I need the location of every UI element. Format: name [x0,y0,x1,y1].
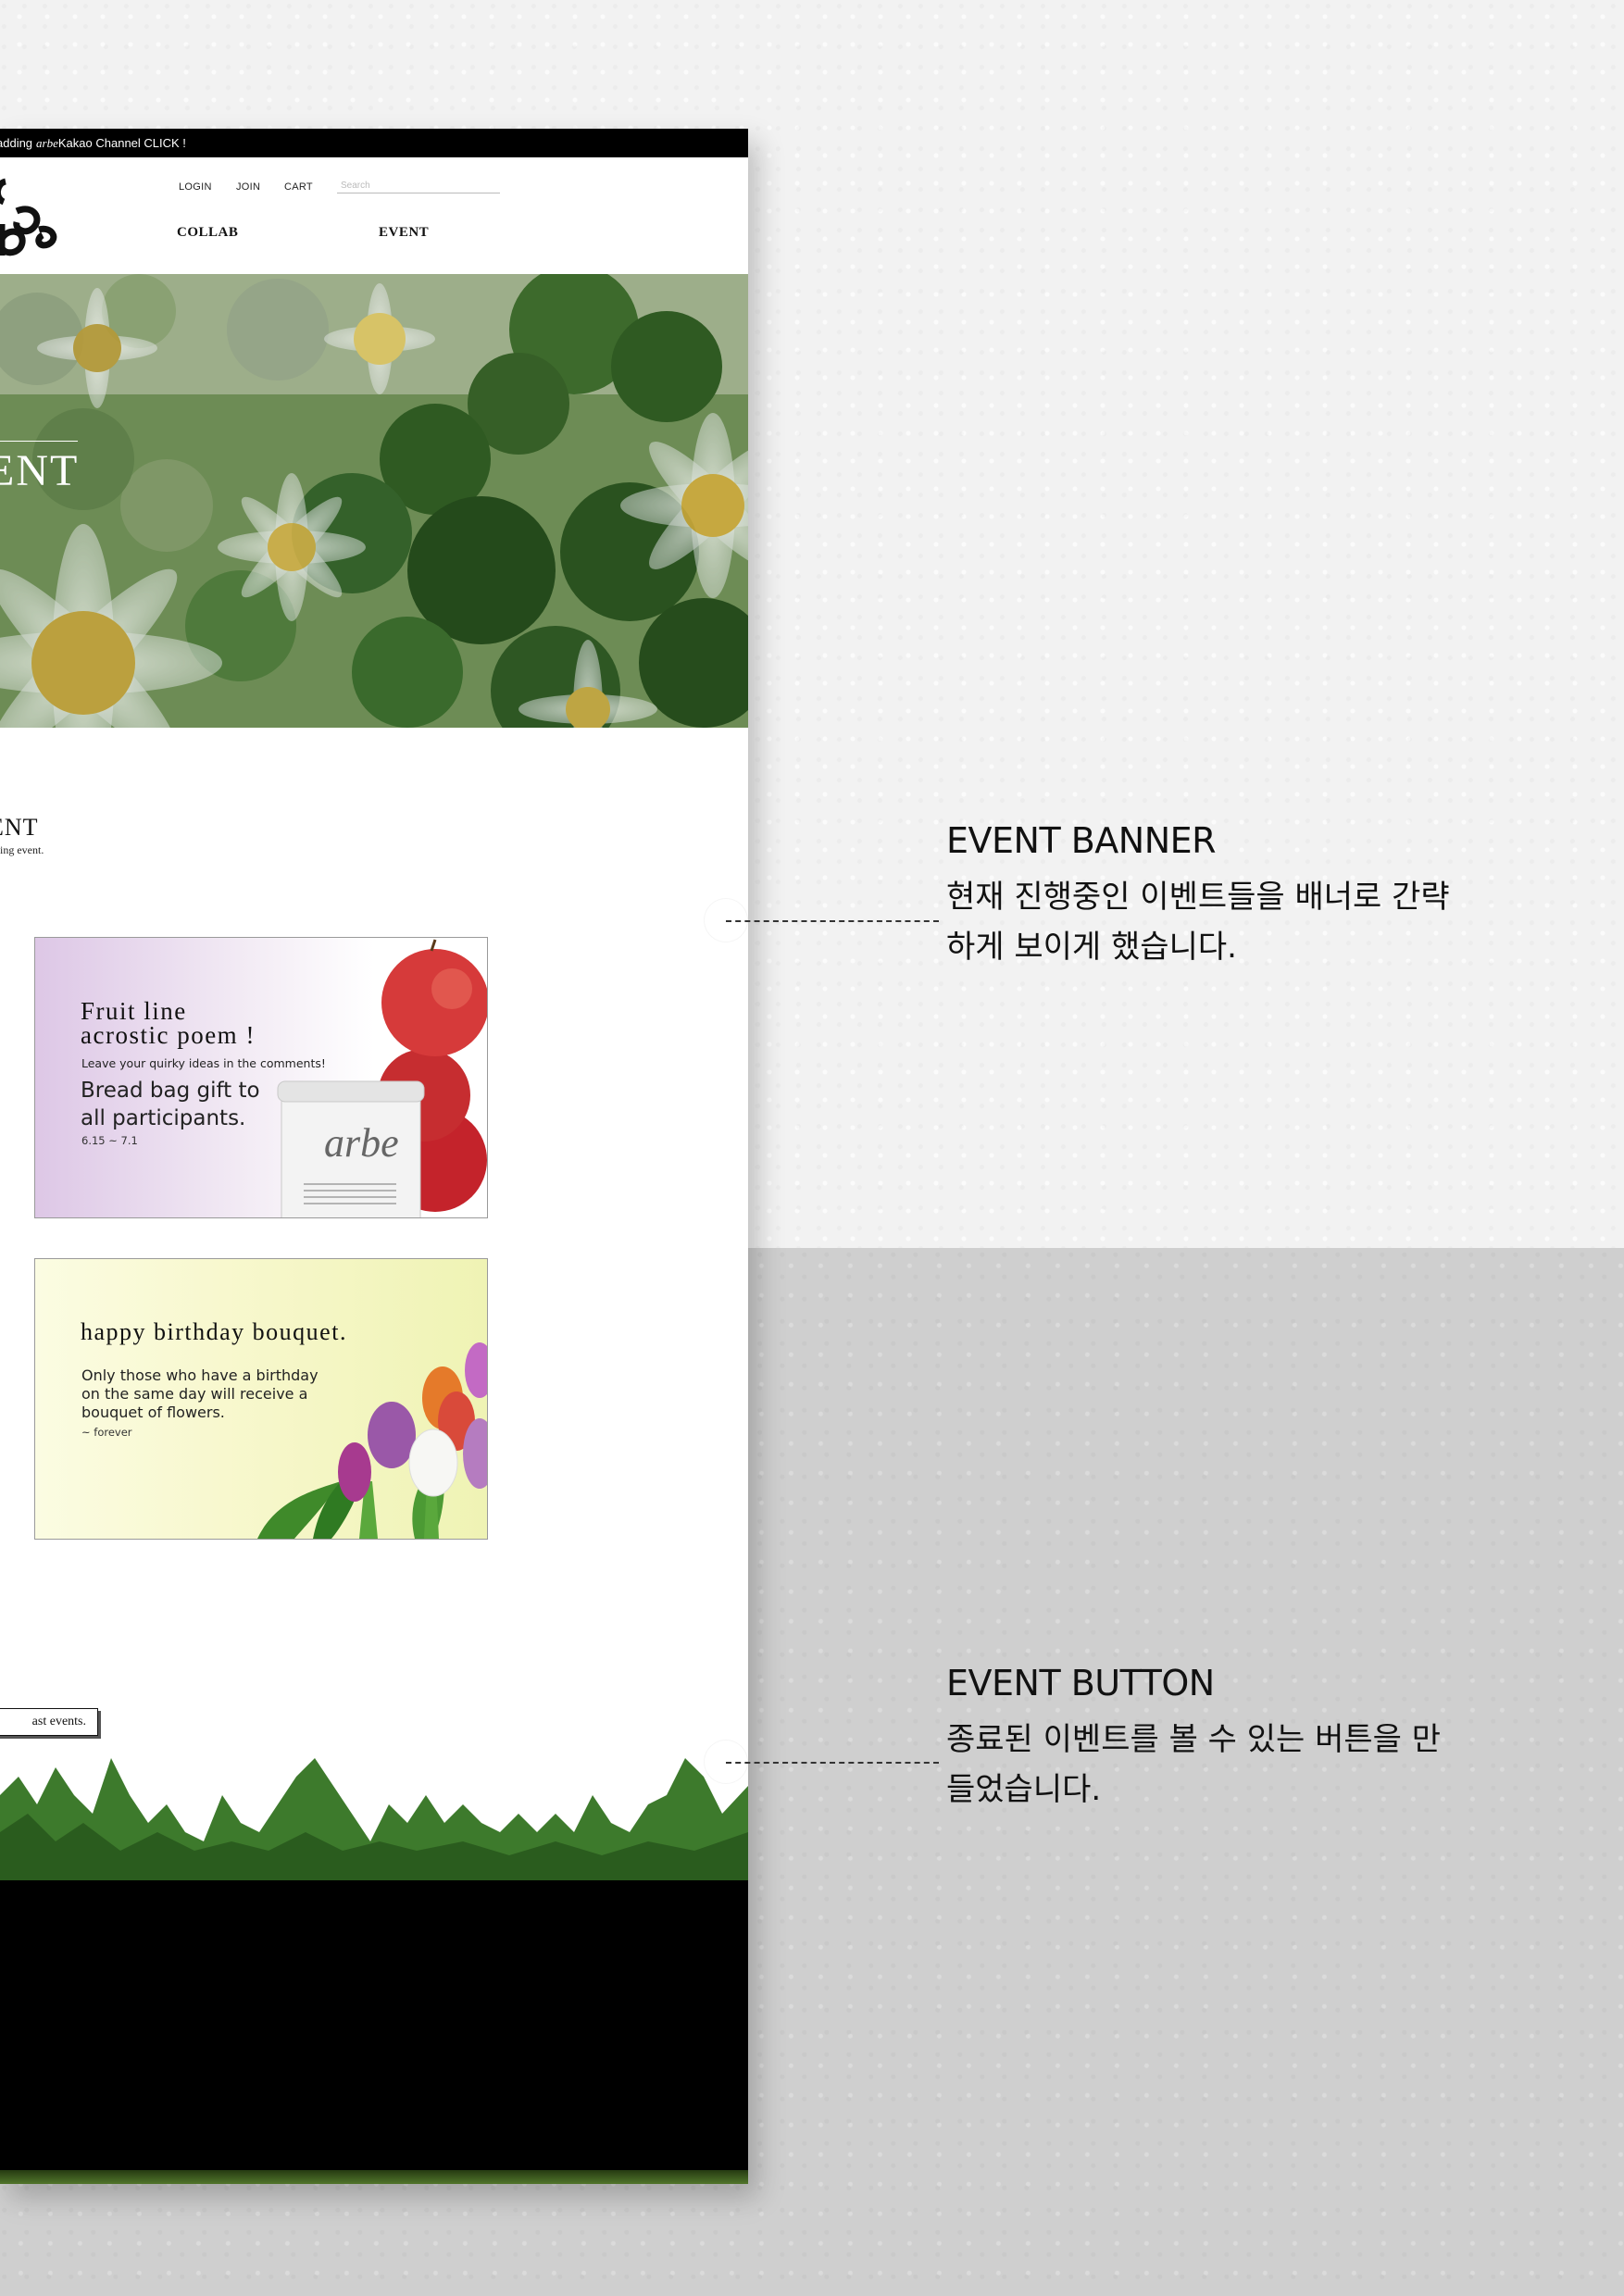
footer-grass-strip [0,2170,748,2184]
banner1-big-line1: Bread bag gift to [81,1079,260,1103]
forest-daisy-photo [0,274,748,728]
banner2-body-line2: on the same day will receive a [81,1385,308,1403]
login-link[interactable]: LOGIN [179,181,212,193]
nav-collab[interactable]: COLLAB [177,225,238,241]
annotation-title-event-banner: EVENT BANNER [946,820,1217,861]
website-mockup: addingarbeKakao Channel CLICK ! LOGIN JO… [0,129,748,2184]
annotation-desc-event-button: 종료된 이벤트를 볼 수 있는 버튼을 만 들었습니다. [946,1715,1539,1815]
cart-link[interactable]: CART [284,181,313,193]
banner2-date: ~ forever [81,1426,132,1439]
event-banner-birthday-bouquet[interactable]: happy birthday bouquet. Only those who h… [34,1258,488,1540]
banner1-big-line2: all participants. [81,1106,246,1130]
annotation-desc-event-banner: 현재 진행중인 이벤트들을 배너로 간략 하게 보이게 했습니다. [946,872,1539,972]
banner1-title-line1: Fruit line [81,997,187,1025]
join-link[interactable]: JOIN [236,181,260,193]
banner2-body-line3: bouquet of flowers. [81,1404,225,1421]
nav-event[interactable]: EVENT [379,225,429,241]
event-section-title: ENT [0,814,39,841]
annotation-desc-line: 현재 진행중인 이벤트들을 배너로 간략 [946,879,1450,916]
hero-title: ENT [0,446,80,495]
banner1-title-line2: acrostic poem ! [81,1021,256,1049]
banner2-body-line1: Only those who have a birthday [81,1366,319,1384]
annotation-desc-line: 종료된 이벤트를 볼 수 있는 버튼을 만 [946,1721,1442,1758]
callout-line-event-banner [726,920,939,922]
hero-title-line [0,441,78,442]
callout-line-event-button [726,1762,939,1764]
arbe-logo-icon[interactable] [0,174,57,257]
event-section-subtitle: oing event. [0,843,44,856]
annotation-desc-line: 들었습니다. [946,1771,1102,1808]
forest-silhouette [0,1758,748,1880]
event-banner-fruit-poem[interactable]: Fruit line acrostic poem ! Leave your qu… [34,937,488,1218]
banner1-small-text: Leave your quirky ideas in the comments! [81,1056,326,1070]
annotation-title-event-button: EVENT BUTTON [946,1663,1215,1703]
bag-logo: arbe [324,1120,399,1166]
hero-banner: ENT [0,274,748,728]
banner1-date: 6.15 ~ 7.1 [81,1134,138,1147]
search-input[interactable] [337,178,500,193]
past-events-button[interactable]: ast events. [0,1708,98,1736]
site-footer [0,1880,748,2184]
annotation-desc-line: 하게 보이게 했습니다. [946,929,1237,966]
notice-brand: arbe [36,136,58,150]
notice-post: Kakao Channel CLICK ! [57,136,186,150]
notice-pre: adding [0,136,33,150]
site-header: LOGIN JOIN CART COLLAB EVENT [0,157,748,274]
banner2-title: happy birthday bouquet. [81,1318,347,1345]
notice-bar[interactable]: addingarbeKakao Channel CLICK ! [0,129,748,157]
